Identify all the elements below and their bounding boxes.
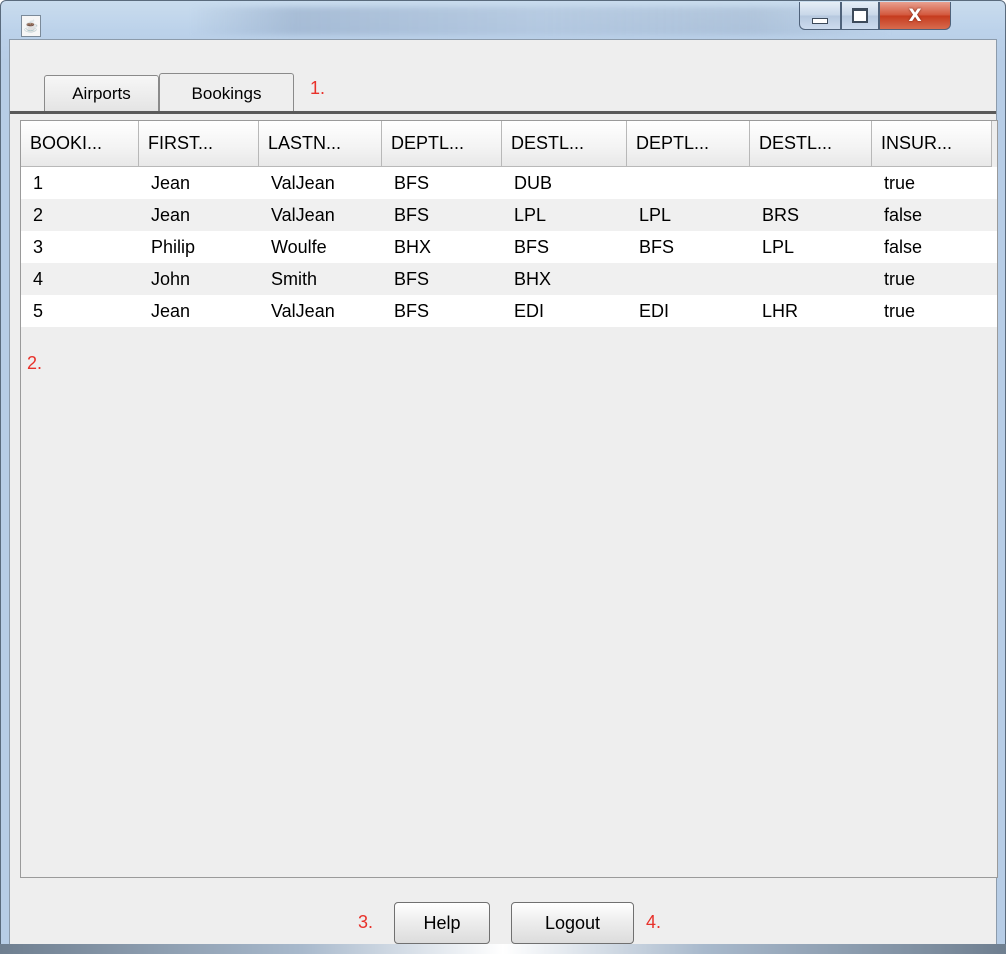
minimize-button[interactable]	[799, 2, 841, 30]
table-cell	[627, 263, 750, 295]
table-cell: BFS	[394, 205, 430, 225]
table-cell: BFS	[394, 173, 430, 193]
table-row[interactable]: 4 John Smith BFS BHX true	[21, 263, 997, 295]
table-cell: 5	[33, 301, 44, 321]
help-button[interactable]: Help	[394, 902, 490, 944]
table-cell: John	[151, 269, 191, 289]
column-header[interactable]: DESTL...	[750, 121, 872, 167]
table-cell: 3	[33, 237, 44, 257]
column-header[interactable]: DEPTL...	[627, 121, 750, 167]
table-cell: Woulfe	[271, 237, 327, 257]
column-header[interactable]: BOOKI...	[21, 121, 139, 167]
tab-bookings[interactable]: Bookings	[159, 73, 294, 113]
title-bar-background	[191, 7, 891, 35]
column-header[interactable]: FIRST...	[139, 121, 259, 167]
table-cell: BFS	[394, 301, 430, 321]
minimize-icon	[812, 17, 828, 24]
taskbar-edge	[0, 944, 1006, 954]
close-button[interactable]: X	[879, 2, 951, 30]
table-cell	[627, 167, 750, 199]
table-row[interactable]: 5 Jean ValJean BFS EDI EDI LHR true	[21, 295, 997, 327]
table-cell	[750, 167, 872, 199]
table-cell: 1	[33, 173, 44, 193]
tab-separator	[10, 111, 996, 114]
table-cell: LPL	[762, 237, 795, 257]
table-cell: BFS	[514, 237, 550, 257]
title-bar[interactable]: ☕ X	[1, 1, 1005, 39]
table-cell: Smith	[271, 269, 318, 289]
table-cell: true	[884, 301, 916, 321]
table-cell: 2	[33, 205, 44, 225]
table-cell: Philip	[151, 237, 196, 257]
table-cell: BFS	[394, 269, 430, 289]
table-row[interactable]: 3 Philip Woulfe BHX BFS BFS LPL false	[21, 231, 997, 263]
table-header: BOOKI... FIRST... LASTN... DEPTL... DESTL...…	[21, 121, 992, 167]
column-header[interactable]: INSUR...	[872, 121, 992, 167]
table-cell: LHR	[762, 301, 799, 321]
annotation-2: 2.	[27, 353, 43, 373]
table-cell: ValJean	[271, 301, 335, 321]
table-cell: Jean	[151, 173, 191, 193]
bookings-table[interactable]: BOOKI... FIRST... LASTN... DEPTL... DESTL...…	[20, 120, 998, 878]
maximize-icon	[852, 8, 868, 23]
maximize-button[interactable]	[841, 2, 879, 30]
table-cell: Jean	[151, 205, 191, 225]
table-cell: EDI	[639, 301, 670, 321]
logout-button[interactable]: Logout	[511, 902, 634, 944]
table-cell	[750, 263, 872, 295]
table-cell: DUB	[514, 173, 553, 193]
annotation-4: 4.	[646, 912, 662, 932]
table-cell: false	[884, 205, 923, 225]
table-cell: ValJean	[271, 173, 335, 193]
application-window: ☕ X Airports Bookings 1. BOOKI... FIRST..…	[0, 0, 1006, 954]
table-cell: 4	[33, 269, 44, 289]
table-cell: LPL	[514, 205, 547, 225]
column-header[interactable]: DEPTL...	[382, 121, 502, 167]
table-row[interactable]: 2 Jean ValJean BFS LPL LPL BRS false	[21, 199, 997, 231]
table-cell: LPL	[639, 205, 672, 225]
table-cell: BHX	[394, 237, 432, 257]
annotation-3: 3.	[358, 912, 374, 932]
table-cell: true	[884, 173, 916, 193]
table-cell: BRS	[762, 205, 800, 225]
table-body: 1 Jean ValJean BFS DUB true 2 Jean ValJean BFS LPL…	[21, 167, 997, 327]
close-icon: X	[908, 5, 922, 26]
table-cell: Jean	[151, 301, 191, 321]
table-row[interactable]: 1 Jean ValJean BFS DUB true	[21, 167, 997, 199]
tab-strip: Airports Bookings 1.	[10, 40, 996, 114]
client-area: Airports Bookings 1. BOOKI... FIRST... LAS…	[9, 39, 998, 947]
tab-airports[interactable]: Airports	[44, 75, 159, 111]
table-cell: false	[884, 237, 923, 257]
table-cell: BFS	[639, 237, 675, 257]
table-cell: true	[884, 269, 916, 289]
table-cell: BHX	[514, 269, 552, 289]
table-cell: ValJean	[271, 205, 335, 225]
column-header[interactable]: DESTL...	[502, 121, 627, 167]
java-icon[interactable]: ☕	[21, 15, 41, 37]
table-cell: EDI	[514, 301, 545, 321]
annotation-1: 1.	[310, 78, 326, 98]
column-header[interactable]: LASTN...	[259, 121, 382, 167]
